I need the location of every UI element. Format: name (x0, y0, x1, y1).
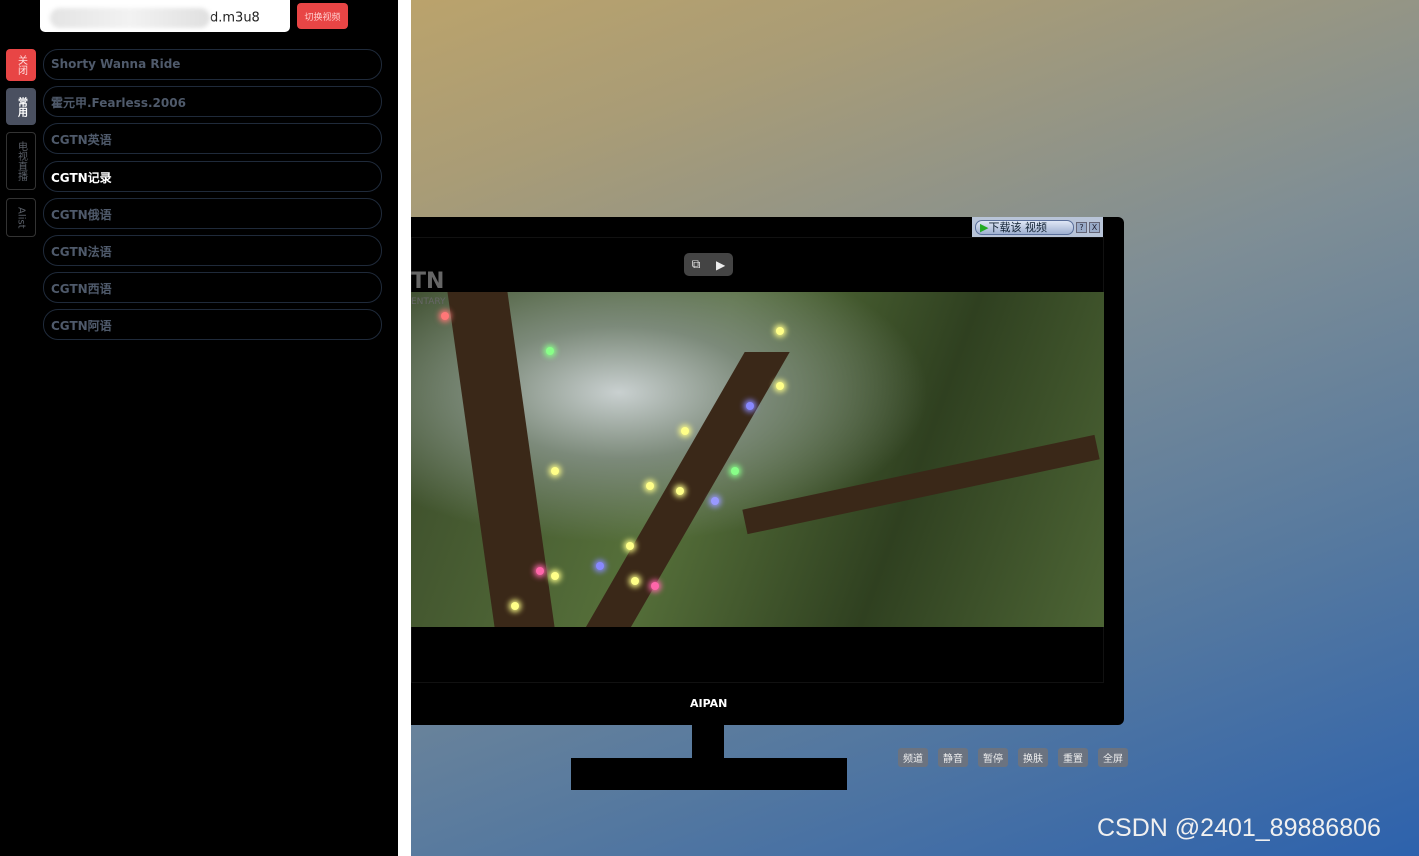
fairy-light (441, 312, 449, 320)
close-icon[interactable]: X (1089, 221, 1100, 233)
fairy-light (711, 497, 719, 505)
video-overlay-controls: ⧉ ▶ (684, 253, 733, 276)
fairy-light (546, 347, 554, 355)
fairy-light (536, 567, 544, 575)
help-icon[interactable]: ? (1076, 221, 1087, 233)
monitor-brand: AIPAN (690, 697, 728, 710)
fairy-light (651, 582, 659, 590)
control-button-3[interactable]: 换肤 (1018, 748, 1048, 767)
fairy-light (551, 572, 559, 580)
monitor-stand (692, 725, 724, 758)
playlist-item[interactable]: CGTN记录 (43, 160, 382, 192)
control-button-5[interactable]: 全屏 (1098, 748, 1128, 767)
cast-icon[interactable]: ▶ (716, 258, 725, 272)
playlist-item[interactable]: CGTN英语 (43, 123, 382, 155)
download-bar: ▶ 下载该 视频 ? X (972, 217, 1103, 237)
playlist-item[interactable]: Shorty Wanna Ride (43, 49, 382, 80)
control-bar: 频道 静音 暂停 换肤 重置 全屏 (898, 748, 1128, 767)
control-button-0[interactable]: 频道 (898, 748, 928, 767)
pip-icon[interactable]: ⧉ (692, 257, 701, 272)
switch-video-button[interactable]: 切换视频 (297, 3, 348, 29)
playlist-item[interactable]: CGTN俄语 (43, 197, 382, 229)
tab-3[interactable]: Alist (6, 198, 36, 237)
fairy-light (631, 577, 639, 585)
divider (398, 0, 411, 856)
fairy-light (511, 602, 519, 610)
fairy-light (746, 402, 754, 410)
fairy-light (776, 382, 784, 390)
fairy-light (731, 467, 739, 475)
download-video-button[interactable]: ▶ 下载该 视频 (975, 219, 1074, 235)
fairy-light (676, 487, 684, 495)
control-button-2[interactable]: 暂停 (978, 748, 1008, 767)
url-input[interactable]: d.m3u8 (40, 0, 290, 32)
fairy-light (646, 482, 654, 490)
control-button-4[interactable]: 重置 (1058, 748, 1088, 767)
redacted-url (50, 8, 210, 28)
monitor-base (571, 758, 847, 790)
channel-logo: TN ENTARY (411, 269, 446, 308)
watermark: CSDN @2401_89886806 (1097, 814, 1381, 842)
tab-1[interactable]: 常用 (6, 88, 36, 125)
play-icon: ▶ (980, 220, 989, 234)
playlist-item[interactable]: CGTN西语 (43, 272, 382, 304)
fairy-light (596, 562, 604, 570)
playlist-item[interactable]: CGTN法语 (43, 235, 382, 266)
fairy-light (626, 542, 634, 550)
tab-2[interactable]: 电视直播 (6, 132, 36, 190)
fairy-light (551, 467, 559, 475)
fairy-light (681, 427, 689, 435)
tab-0[interactable]: 关闭 (6, 49, 36, 81)
video-player[interactable] (411, 292, 1104, 627)
fairy-light (776, 327, 784, 335)
playlist-item[interactable]: 霍元甲.Fearless.2006 (43, 86, 382, 118)
playlist-item[interactable]: CGTN阿语 (43, 309, 382, 341)
url-text: d.m3u8 (210, 10, 260, 26)
control-button-1[interactable]: 静音 (938, 748, 968, 767)
